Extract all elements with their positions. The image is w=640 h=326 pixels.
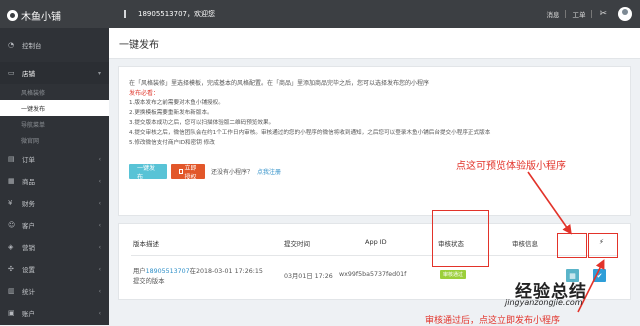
sidebar-item-dashboard[interactable]: ◔ 控制台 <box>0 34 109 56</box>
desc-suffix: 在2018-03-01 17:26:15 <box>189 268 263 275</box>
sidebar-item-products[interactable]: ▦ 商品 ‹ <box>0 170 109 192</box>
chevron-left-icon: ‹ <box>98 265 101 273</box>
authorize-label: 立即授权 <box>184 164 197 181</box>
sidebar-item-label: 统计 <box>22 288 35 296</box>
sidebar-item-label: 账户 <box>22 310 35 318</box>
topbar-divider <box>124 10 126 18</box>
sidebar-item-marketing[interactable]: ◈ 营销 ‹ <box>0 236 109 258</box>
sidebar-item-label: 订单 <box>22 156 35 164</box>
chevron-down-icon: ▾ <box>97 69 101 77</box>
customers-icon: ☺ <box>8 221 16 229</box>
table-row-desc: 用户18905513707在2018-03-01 17:26:15 <box>133 266 263 275</box>
sidebar-item-label: 店铺 <box>22 70 35 78</box>
page-title: 一键发布 <box>109 28 640 59</box>
no-miniprogram-text: 还没有小程序？ <box>211 169 254 176</box>
annotation-preview: 点这可预览体验版小程序 <box>456 161 566 172</box>
watermark-url: jingyanzongjie.com <box>505 298 583 307</box>
fish-logo-icon <box>7 10 18 21</box>
sidebar-subitem-style[interactable]: 风格装修 <box>0 84 109 100</box>
brand-name: 木鱼小铺 <box>21 12 61 23</box>
tools-icon[interactable]: ✂ <box>592 9 614 19</box>
header-divider <box>131 255 618 256</box>
sidebar-subitem-publish[interactable]: 一键发布 <box>0 100 109 116</box>
top-bar: 木鱼小铺 18905513707，欢迎您 消息 工单 ✂ <box>0 0 640 28</box>
annotation-release: 审核通过后，点这立即发布小程序 <box>425 316 561 326</box>
publish-info-card: 在「风格装修」里选择模板，完成基本的风格配置。在「商品」里添加商品完毕之后，您可… <box>118 66 631 216</box>
notice-line: 2.更换模板需要重新发布新版本。 <box>129 110 213 116</box>
submit-time: 03月01日 17:26 <box>284 273 333 280</box>
sidebar: ◔ 控制台 ▭ 店铺 ▾ 风格装修 一键发布 导航菜单 微官网 ▤ 订单 ‹ ▦… <box>0 28 109 325</box>
desc-prefix: 用户 <box>133 268 146 275</box>
chevron-left-icon: ‹ <box>98 243 101 251</box>
chevron-left-icon: ‹ <box>98 155 101 163</box>
chevron-left-icon: ‹ <box>98 221 101 229</box>
column-header-info: 审核信息 <box>512 240 538 248</box>
messages-link[interactable]: 消息 <box>540 9 565 19</box>
app-id: wx99f5ba5737fed01f <box>339 271 407 278</box>
notice-title: 发布必看： <box>129 90 160 97</box>
status-highlight-box <box>432 210 489 267</box>
shop-icon: ▭ <box>8 69 15 77</box>
desc-line2: 提交的版本 <box>133 278 165 285</box>
column-header-desc: 版本描述 <box>133 240 159 248</box>
welcome-text: 18905513707，欢迎您 <box>138 10 215 18</box>
sidebar-item-customers[interactable]: ☺ 客户 ‹ <box>0 214 109 236</box>
statistics-icon: ▥ <box>8 287 15 295</box>
products-icon: ▦ <box>8 177 15 185</box>
sidebar-item-account[interactable]: ▣ 账户 ‹ <box>0 302 109 324</box>
sidebar-item-label: 设置 <box>22 266 35 274</box>
publish-button[interactable]: 一键发布 <box>129 164 167 181</box>
finance-icon: ¥ <box>8 199 13 207</box>
status-badge: 审核通过 <box>440 270 466 279</box>
top-right-tools: 消息 工单 ✂ <box>540 0 640 28</box>
brand-logo[interactable]: 木鱼小铺 <box>7 8 61 23</box>
column-header-time: 提交时间 <box>284 240 310 248</box>
settings-icon: ✣ <box>8 265 14 273</box>
sidebar-item-orders[interactable]: ▤ 订单 ‹ <box>0 148 109 170</box>
notice-line: 1.版本发布之前需要对木鱼小铺授权。 <box>129 100 224 106</box>
sidebar-item-label: 客户 <box>22 222 35 230</box>
sidebar-item-label: 商品 <box>22 178 35 186</box>
sidebar-item-shop[interactable]: ▭ 店铺 ▾ <box>0 62 109 84</box>
sidebar-item-label: 营销 <box>22 244 35 252</box>
dashboard-icon: ◔ <box>8 41 15 49</box>
preview-highlight-box <box>557 233 587 258</box>
account-icon: ▣ <box>8 309 15 317</box>
tickets-link[interactable]: 工单 <box>566 9 591 19</box>
chevron-left-icon: ‹ <box>98 309 101 317</box>
chevron-left-icon: ‹ <box>98 287 101 295</box>
marketing-icon: ◈ <box>8 243 14 251</box>
action-row: 一键发布 立即授权 还没有小程序？ 点我注册 <box>129 164 281 181</box>
notice-line: 5.修改微信支付商户ID和密钥 修改 <box>129 140 215 146</box>
sidebar-item-settings[interactable]: ✣ 设置 ‹ <box>0 258 109 280</box>
desc-phone-link[interactable]: 18905513707 <box>146 268 190 275</box>
notice-line: 3.提交版本成功之后，您可以扫描体验版二维码预览效果。 <box>129 120 275 126</box>
chevron-left-icon: ‹ <box>98 177 101 185</box>
release-highlight-box <box>588 233 618 258</box>
avatar[interactable] <box>618 7 632 21</box>
sidebar-subitem-nav-menu[interactable]: 导航菜单 <box>0 116 109 132</box>
register-link[interactable]: 点我注册 <box>257 167 281 176</box>
sidebar-subitem-microsite[interactable]: 微官网 <box>0 132 109 148</box>
sidebar-item-statistics[interactable]: ▥ 统计 ‹ <box>0 280 109 302</box>
sidebar-item-finance[interactable]: ¥ 财务 ‹ <box>0 192 109 214</box>
orders-icon: ▤ <box>8 155 15 163</box>
intro-text: 在「风格装修」里选择模板，完成基本的风格配置。在「商品」里添加商品完毕之后，您可… <box>129 80 430 87</box>
sidebar-item-label: 财务 <box>22 200 35 208</box>
release-button[interactable]: ✔ <box>593 269 606 282</box>
authorize-button[interactable]: 立即授权 <box>171 164 205 181</box>
authorize-check-icon <box>179 169 183 174</box>
notice-line: 4.提交审核之后，微信团队会在约1个工作日内审核。审核通过的您的小程序的微信将收… <box>129 130 491 136</box>
chevron-left-icon: ‹ <box>98 199 101 207</box>
sidebar-item-label: 控制台 <box>22 42 42 50</box>
column-header-appid: App ID <box>365 238 387 246</box>
